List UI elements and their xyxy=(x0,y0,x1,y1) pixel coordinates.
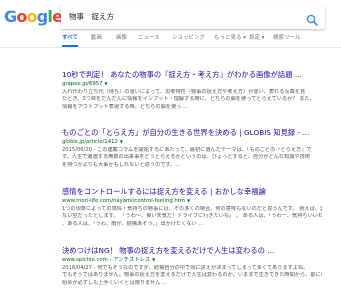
result-snippet: 入れ代わり立ち代（待ち）の違いによって、思考特性（物事の捉え方や考え方）が違い、… xyxy=(62,89,322,111)
snippet-line: でもそうではありません。物事の捉え方を変えるだけで人生は変わるのか。いままで生き… xyxy=(62,272,322,279)
snippet-line: たとき、3つ目をだんだんに情報をインプット・理解する時に、どちらの脳を使ってとら… xyxy=(62,96,315,103)
result-snippet: 2016/04/27 - 何でもそうなのですが、結構自分の中で頭に思えが決まって… xyxy=(62,265,322,287)
result-url-text: grapee.jp/6957 xyxy=(62,81,103,87)
snippet-line: 情報をアウトプット表現する時、どちらの脳を使っ ... xyxy=(62,103,188,110)
result-url-text: www.spichie.com xyxy=(62,257,108,263)
snippet-line: 入れ代わり立ち代（待ち）の違いによって、思考特性（物事の捉え方や考え方）が違い、… xyxy=(62,89,306,95)
snippet-line: 、ある人は、「うわ、雨が、結構あそう、」出かけたくない ... xyxy=(62,220,204,227)
result-url: grapee.jp/6957 ▼ xyxy=(62,80,322,88)
snippet-line: 始めが必ずしも上手くいくとは限りません ... xyxy=(62,279,168,286)
search-result: 感情をコントロールするには捉え方を変える | おかしな幸福論 www.mori-… xyxy=(62,187,322,228)
result-title-link[interactable]: 決めつけはNG！ 物事の捉え方を変えるだけで人生は変わるの ... xyxy=(62,246,322,255)
search-tabs: すべて 動画 画像 ニュース ショッピング もっと見る ▾ 設定 ▾ 検索ツール xyxy=(0,31,341,48)
logo-letter: o xyxy=(26,7,38,26)
result-url-text: www.mori-life.com/nayami/control-feeling… xyxy=(62,198,185,204)
logo-letter: G xyxy=(4,7,17,26)
search-icon xyxy=(306,14,318,26)
result-title-link[interactable]: 10秒で判定！ あなたの物事の『捉え方・考え方』がわかる画像が話題 ... xyxy=(62,70,322,79)
tab-videos[interactable]: 動画 xyxy=(91,33,102,45)
search-box xyxy=(61,5,325,29)
caret-down-icon[interactable]: ▼ xyxy=(120,138,123,145)
search-button[interactable] xyxy=(306,11,318,26)
result-url-suffix: アンチストレス xyxy=(113,257,151,263)
snippet-line: す。人生で遭遇する無数の出来事をどうとらえるかというのは、ひょっとすると、自分が… xyxy=(62,154,310,161)
tab-images[interactable]: 画像 xyxy=(116,33,127,45)
tab-search-tools[interactable]: 検索ツール xyxy=(273,33,301,45)
logo-letter: o xyxy=(16,7,27,26)
logo-letter: g xyxy=(36,7,48,26)
search-result: ものごとの「とらえ方」が自分の生きる世界を決める | GLOBIS 知見録 - … xyxy=(62,128,322,169)
tab-settings[interactable]: 設定 ▾ xyxy=(249,33,265,45)
tab-shopping[interactable]: ショッピング xyxy=(172,33,205,45)
snippet-line: 2015/06/20 - この連載コラムを開始するにあたって、最初に選んだテーマ… xyxy=(62,147,312,153)
tab-news[interactable]: ニュース xyxy=(138,33,160,45)
caret-down-icon[interactable]: ▼ xyxy=(104,80,107,87)
tab-more[interactable]: もっと見る ▾ xyxy=(214,33,246,45)
result-url: www.mori-life.com/nayami/control-feeling… xyxy=(62,197,322,205)
search-result: 決めつけはNG！ 物事の捉え方を変えるだけで人生は変わるの ... www.sp… xyxy=(62,246,322,287)
caret-down-icon[interactable]: ▼ xyxy=(187,197,190,204)
tab-all[interactable]: すべて xyxy=(62,33,78,47)
snippet-line: 1つの現象によっての感情・気持ちの物事には、その多くの場合、何の意味もないのだと… xyxy=(62,206,322,212)
result-url: www.spichie.com › アンチストレス ▼ xyxy=(62,256,156,263)
caret-down-icon[interactable]: ▼ xyxy=(152,256,155,263)
snippet-line: を持つかよりも大事かもしれないと思うのです。... xyxy=(62,161,181,168)
snippet-line: ない空だったとします。 「うわ〜、良い天気だ！ドライブに行きたいな」 。 ある人… xyxy=(62,213,322,220)
google-logo[interactable]: Google xyxy=(4,7,63,26)
search-result: 10秒で判定！ あなたの物事の『捉え方・考え方』がわかる画像が話題 ... gr… xyxy=(62,70,322,111)
result-snippet: 2015/06/20 - この連載コラムを開始するにあたって、最初に選んだテーマ… xyxy=(62,147,322,169)
result-title-link[interactable]: ものごとの「とらえ方」が自分の生きる世界を決める | GLOBIS 知見録 - … xyxy=(62,128,322,137)
result-url: globis.jp/article/1412 ▼ xyxy=(62,138,322,146)
snippet-line: 2016/04/27 - 何でもそうなのですが、結構自分の中で頭に思えが決まって… xyxy=(62,265,309,271)
search-input[interactable] xyxy=(69,9,294,24)
result-snippet: 1つの現象によっての感情・気持ちの物事には、その多くの場合、何の意味もないのだと… xyxy=(62,206,322,228)
result-title-link[interactable]: 感情をコントロールするには捉え方を変える | おかしな幸福論 xyxy=(62,187,322,196)
result-url-text: globis.jp/article/1412 xyxy=(62,139,118,145)
